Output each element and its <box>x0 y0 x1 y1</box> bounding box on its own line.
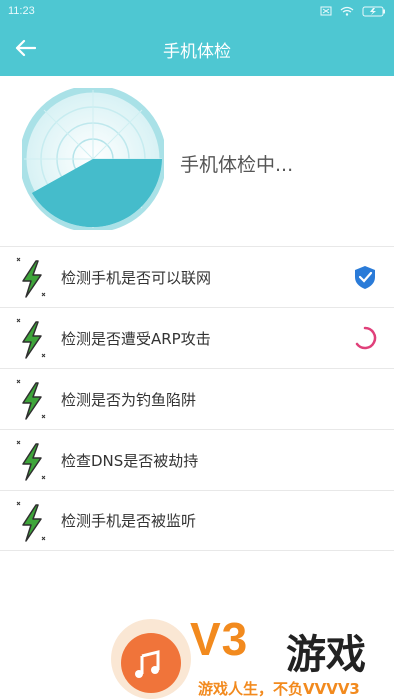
check-label: 检测是否为钓鱼陷阱 <box>61 390 197 409</box>
radar-scan-graphic <box>22 88 164 230</box>
list-item: 检测是否遭受ARP攻击 <box>0 307 394 368</box>
watermark-brand: V3 <box>190 613 249 665</box>
status-bar: 11:23 <box>0 0 394 22</box>
arrow-left-icon <box>15 39 36 57</box>
lightning-icon <box>16 501 46 542</box>
battery-icon <box>362 6 385 16</box>
shield-check-icon <box>355 266 375 289</box>
loading-spinner-icon <box>355 326 377 350</box>
page-title: 手机体检 <box>163 41 231 62</box>
list-item: 检查DNS是否被劫持 <box>0 429 394 490</box>
app-header: 手机体检 <box>0 22 394 76</box>
list-item: 检测是否为钓鱼陷阱 <box>0 368 394 429</box>
check-label: 检测手机是否可以联网 <box>61 268 212 287</box>
check-list: 检测手机是否可以联网 检测是否遭受ARP攻击 检测是否为钓鱼陷阱 检查DNS是否… <box>0 246 394 551</box>
watermark-brand-cn: 游戏 <box>286 632 366 678</box>
wifi-icon <box>340 6 354 16</box>
lightning-icon <box>16 318 46 359</box>
list-item: 检测手机是否被监听 <box>0 490 394 551</box>
watermark-slogan: 游戏人生，不负VVVV3 <box>198 680 360 698</box>
status-time: 11:23 <box>8 5 35 17</box>
lightning-icon <box>16 440 46 481</box>
scan-status-text: 手机体检中... <box>180 154 294 176</box>
check-label: 检测是否遭受ARP攻击 <box>61 329 211 348</box>
lightning-icon <box>16 379 46 420</box>
check-label: 检测手机是否被监听 <box>61 512 197 530</box>
watermark-logo-icon <box>111 619 191 699</box>
back-button[interactable] <box>10 33 40 63</box>
check-label: 检查DNS是否被劫持 <box>61 451 199 470</box>
sim-icon <box>320 6 332 16</box>
watermark: V3 游戏 游戏人生，不负VVVV3 <box>108 612 394 700</box>
status-icons <box>320 6 386 17</box>
scan-area: 手机体检中... <box>0 76 394 246</box>
lightning-icon <box>16 257 46 298</box>
list-item: 检测手机是否可以联网 <box>0 246 394 307</box>
